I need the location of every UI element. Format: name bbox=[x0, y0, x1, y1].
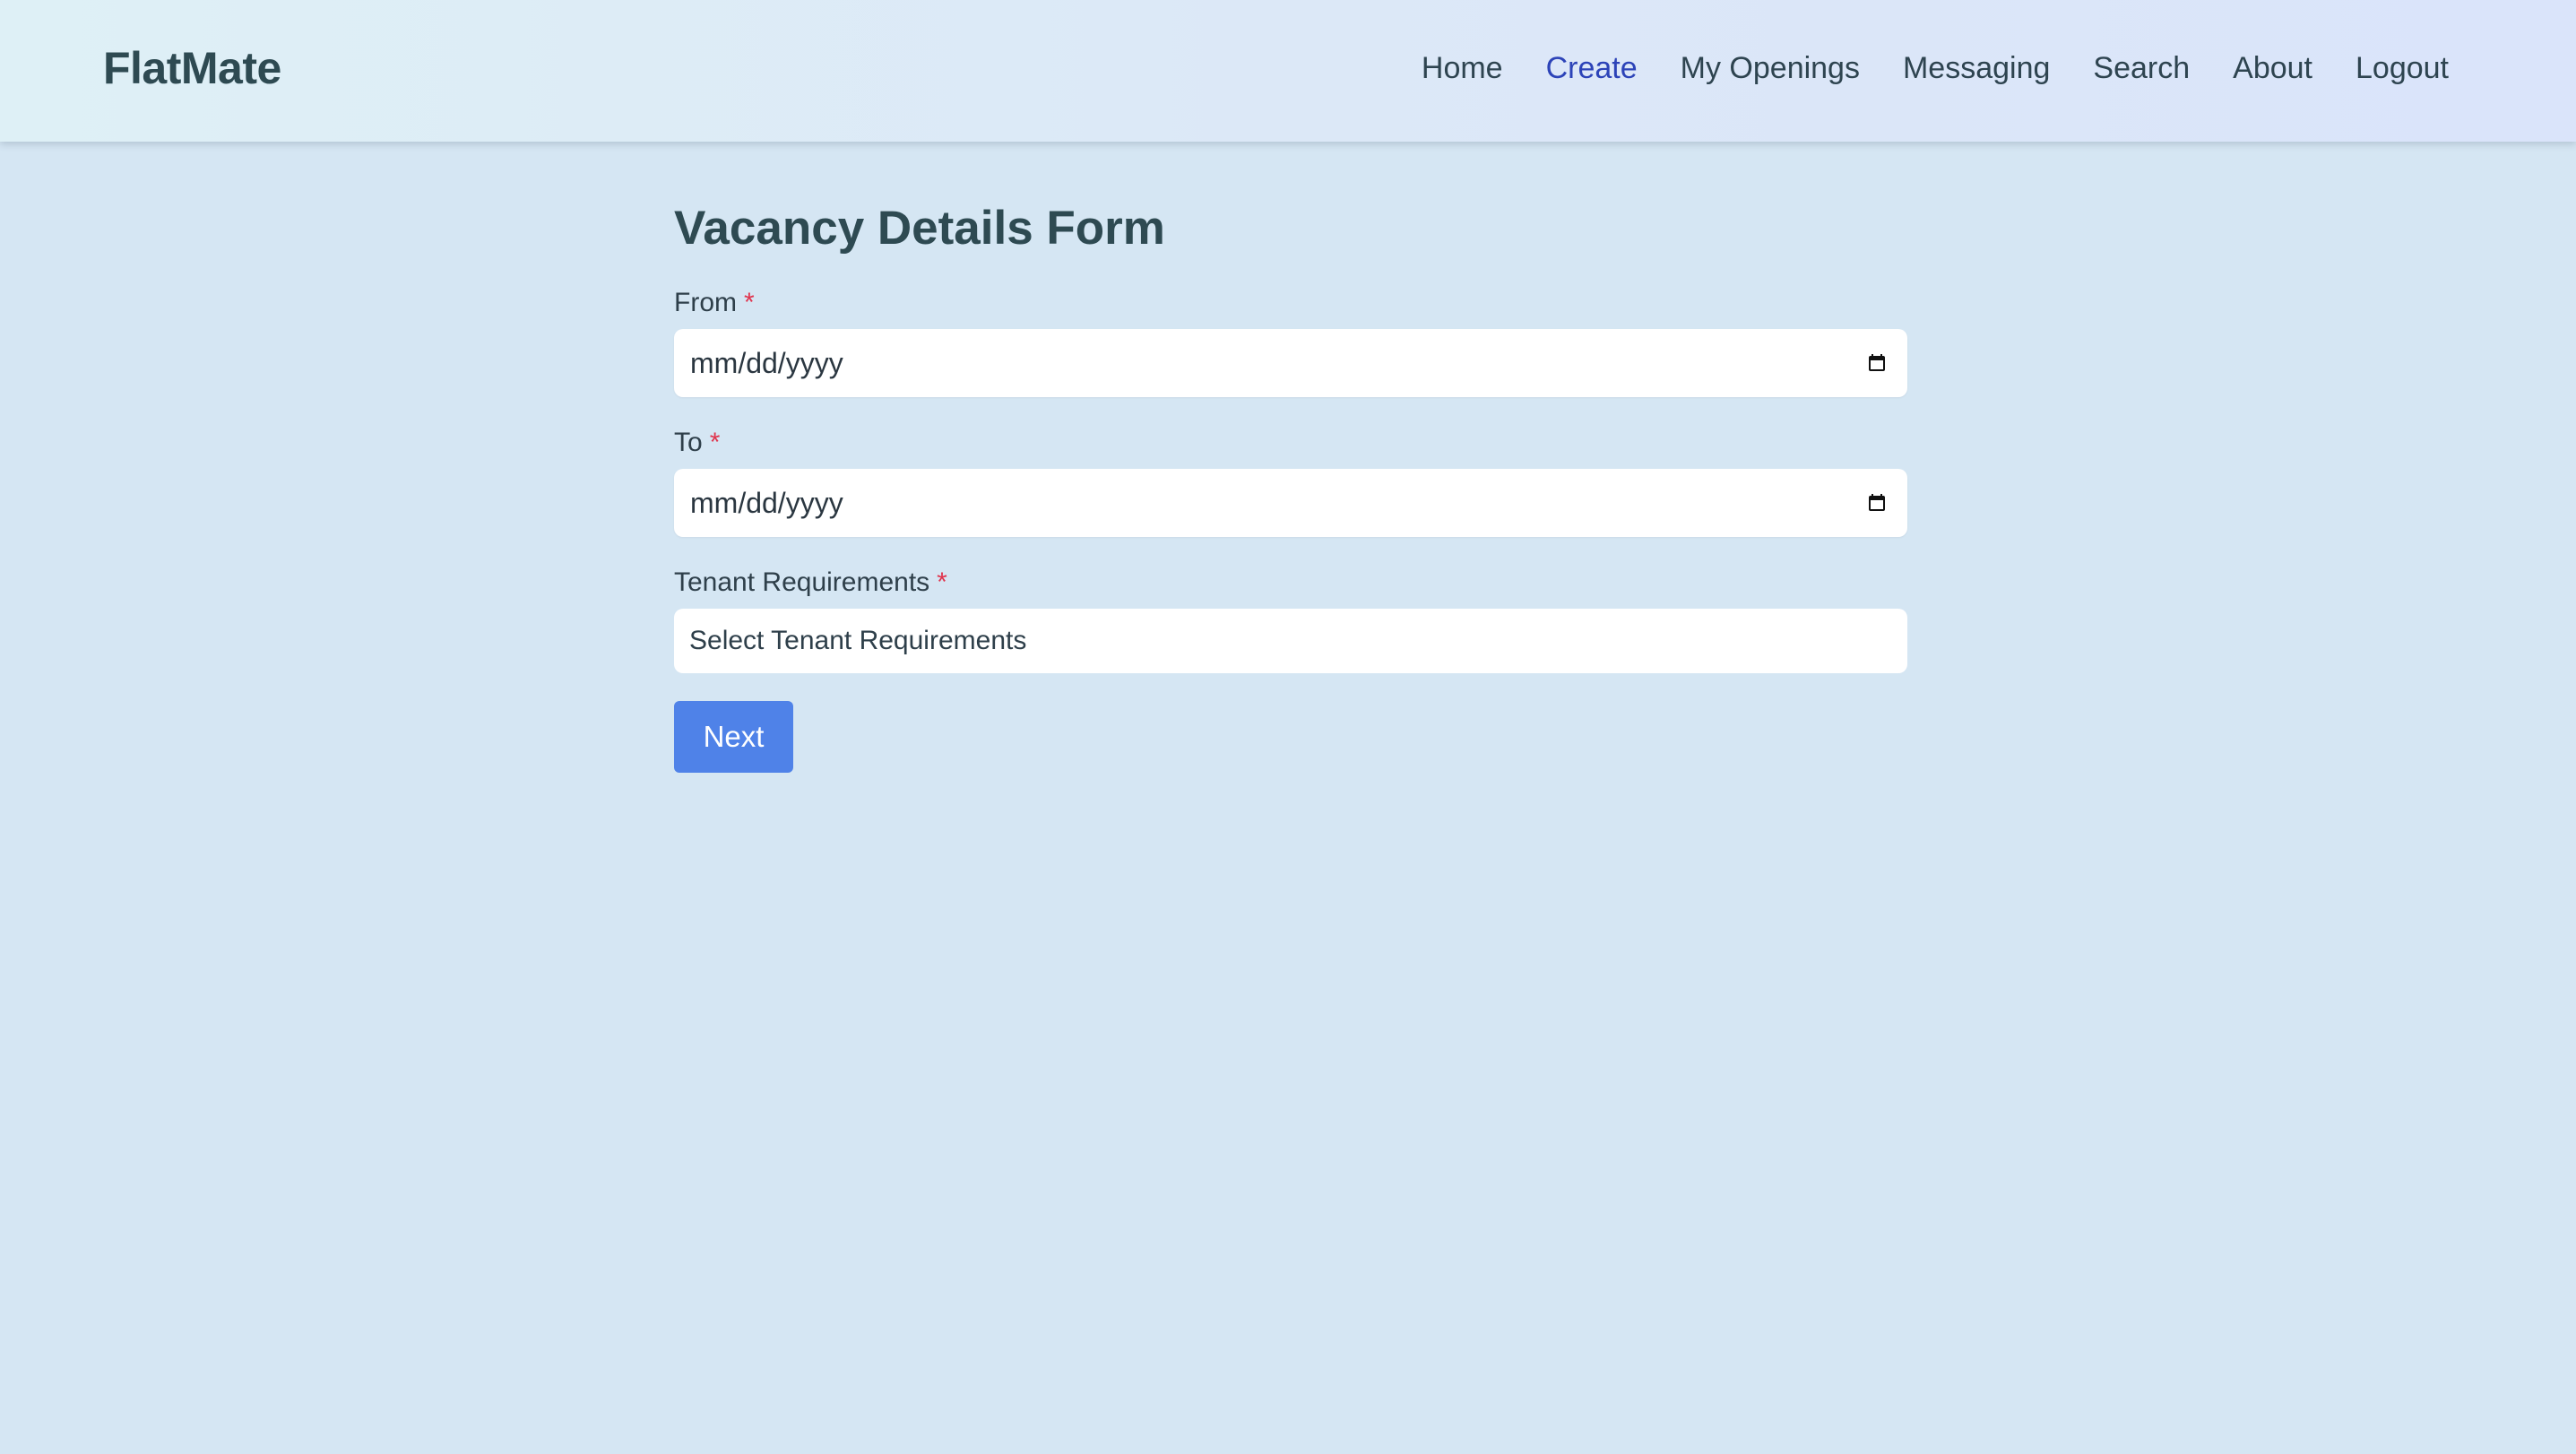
nav-link-messaging[interactable]: Messaging bbox=[1903, 47, 2050, 90]
calendar-icon[interactable] bbox=[1866, 352, 1888, 374]
from-label-text: From bbox=[674, 288, 737, 317]
next-button[interactable]: Next bbox=[674, 701, 793, 773]
from-date-placeholder: mm/dd/yyyy bbox=[690, 347, 843, 379]
tenant-requirements-select[interactable]: Select Tenant Requirements bbox=[674, 609, 1907, 673]
nav-link-about[interactable]: About bbox=[2233, 47, 2312, 90]
from-label: From * bbox=[674, 285, 755, 321]
navbar: FlatMate Home Create My Openings Messagi… bbox=[0, 0, 2576, 142]
required-mark: * bbox=[744, 288, 755, 317]
nav-links: Home Create My Openings Messaging Search… bbox=[1422, 47, 2449, 90]
to-date-input[interactable]: mm/dd/yyyy bbox=[674, 469, 1907, 537]
to-label-text: To bbox=[674, 428, 703, 457]
brand-logo[interactable]: FlatMate bbox=[103, 41, 281, 95]
tenant-requirements-placeholder: Select Tenant Requirements bbox=[689, 626, 1027, 655]
to-label: To * bbox=[674, 425, 720, 461]
calendar-icon[interactable] bbox=[1866, 492, 1888, 514]
tenant-requirements-label-text: Tenant Requirements bbox=[674, 567, 930, 597]
nav-link-search[interactable]: Search bbox=[2093, 47, 2190, 90]
nav-link-my-openings[interactable]: My Openings bbox=[1681, 47, 1860, 90]
page-title: Vacancy Details Form bbox=[674, 202, 1165, 255]
nav-link-home[interactable]: Home bbox=[1422, 47, 1503, 90]
nav-link-logout[interactable]: Logout bbox=[2356, 47, 2449, 90]
nav-link-create[interactable]: Create bbox=[1546, 47, 1638, 90]
to-date-placeholder: mm/dd/yyyy bbox=[690, 487, 843, 519]
from-date-input[interactable]: mm/dd/yyyy bbox=[674, 329, 1907, 397]
tenant-requirements-label: Tenant Requirements * bbox=[674, 565, 947, 601]
required-mark: * bbox=[709, 428, 721, 457]
required-mark: * bbox=[937, 567, 947, 597]
